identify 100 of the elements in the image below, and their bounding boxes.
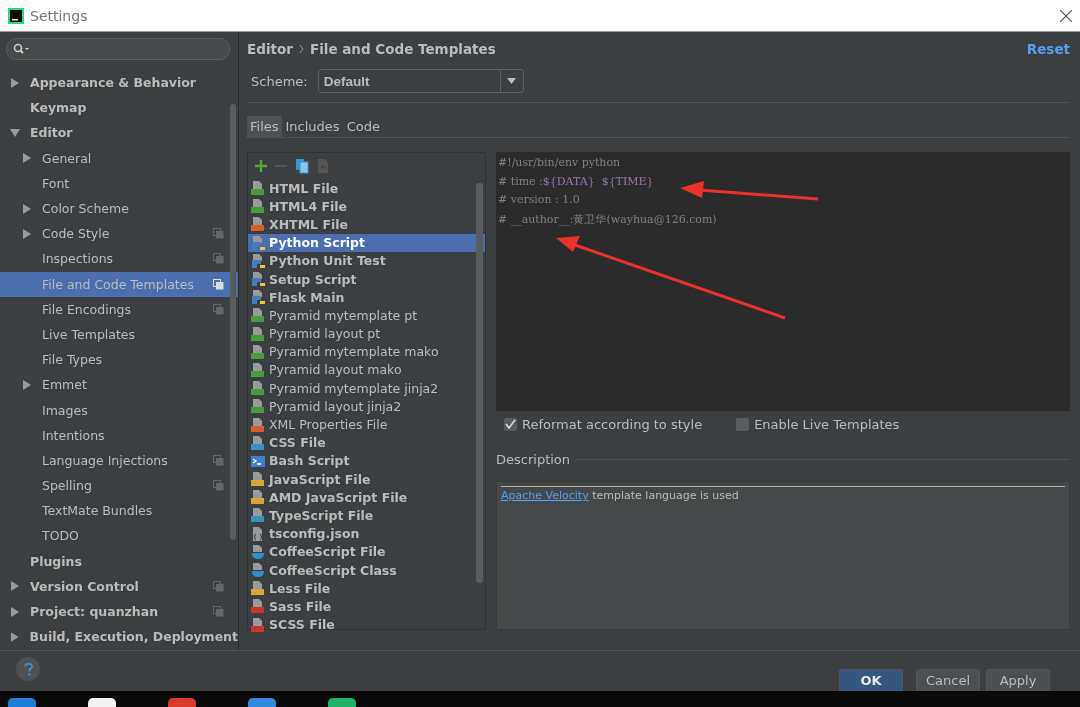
- taskbar-icon[interactable]: [328, 698, 356, 707]
- add-icon[interactable]: [254, 159, 268, 173]
- template-list-item[interactable]: HTML4 File: [248, 197, 485, 216]
- template-list-item[interactable]: Bash Script: [248, 451, 485, 470]
- code-editor[interactable]: #!/usr/bin/env python # time :${DATA} ${TIME} # version : 1.0 # __author__:黄卫华(wayhua@126.com): [496, 152, 1070, 411]
- tab[interactable]: Files: [247, 116, 282, 137]
- template-name: Python Unit Test: [269, 253, 386, 269]
- template-name: Pyramid mytemplate pt: [269, 307, 418, 323]
- expand-arrow-icon[interactable]: [22, 228, 32, 239]
- expand-arrow-icon[interactable]: [22, 203, 32, 214]
- search-field[interactable]: [6, 38, 230, 60]
- reset-link[interactable]: Reset: [1026, 41, 1070, 57]
- template-list-item[interactable]: Pyramid layout pt: [248, 324, 485, 343]
- settings-tree-item[interactable]: Language Injections: [0, 447, 238, 473]
- project-scope-icon: [213, 278, 224, 290]
- template-list-item[interactable]: Sass File: [248, 597, 485, 616]
- option-checkbox[interactable]: Reformat according to style: [504, 416, 703, 432]
- code-line: #!/usr/bin/env python: [498, 156, 622, 169]
- template-list-item[interactable]: Less File: [248, 579, 485, 598]
- tree-item-label: Keymap: [30, 100, 87, 116]
- settings-tree-item[interactable]: Project: quanzhan: [0, 598, 238, 625]
- tree-item-label: File and Code Templates: [42, 276, 194, 292]
- template-list-item[interactable]: CoffeeScript File: [248, 542, 485, 561]
- expand-arrow-icon[interactable]: [22, 153, 32, 164]
- template-list-item[interactable]: CoffeeScript Class: [248, 560, 485, 580]
- template-name: AMD JavaScript File: [269, 489, 408, 505]
- settings-tree-item[interactable]: Emmet: [0, 372, 238, 398]
- template-list-item[interactable]: XHTML File: [248, 215, 485, 234]
- dialog-button[interactable]: Cancel: [916, 669, 980, 691]
- template-name: Less File: [269, 580, 331, 596]
- settings-tree-item[interactable]: Live Templates: [0, 321, 238, 348]
- dropdown-arrow-icon: [507, 78, 517, 84]
- option-checkbox[interactable]: Enable Live Templates: [736, 416, 900, 432]
- scrollbar[interactable]: [230, 104, 236, 540]
- template-list-item[interactable]: CSS File: [248, 433, 485, 452]
- settings-tree-item[interactable]: Plugins: [0, 548, 238, 574]
- template-name: Setup Script: [269, 271, 357, 287]
- ok-button[interactable]: OK: [839, 669, 903, 691]
- settings-tree-item[interactable]: Font: [0, 170, 238, 196]
- section-title: Description: [496, 451, 571, 467]
- breadcrumb-item: Editor: [247, 41, 293, 57]
- expand-arrow-icon[interactable]: [10, 606, 20, 617]
- template-list-item[interactable]: tsconfig.json: [248, 524, 485, 543]
- code-line: # version : 1.0: [498, 193, 581, 206]
- template-name: XHTML File: [269, 216, 348, 232]
- settings-tree-item[interactable]: Editor: [0, 120, 238, 146]
- settings-tree-item[interactable]: Build, Execution, Deployment: [0, 624, 238, 650]
- breadcrumb-item: File and Code Templates: [309, 41, 496, 57]
- settings-tree-item[interactable]: Images: [0, 397, 238, 423]
- scrollbar[interactable]: [476, 183, 483, 583]
- template-list-item[interactable]: TypeScript File: [248, 506, 485, 525]
- taskbar-icon[interactable]: [88, 698, 116, 707]
- settings-tree-item[interactable]: General: [0, 145, 238, 171]
- template-name: JavaScript File: [269, 471, 371, 487]
- template-list-item[interactable]: Python Script: [248, 233, 485, 252]
- template-list-item[interactable]: Python Unit Test: [248, 251, 485, 270]
- collapse-arrow-icon[interactable]: [10, 127, 20, 138]
- help-button[interactable]: [16, 657, 40, 681]
- template-list-item[interactable]: JavaScript File: [248, 470, 485, 489]
- settings-tree-item[interactable]: File Encodings: [0, 296, 238, 322]
- expand-arrow-icon[interactable]: [10, 77, 20, 88]
- tree-item-label: Emmet: [42, 377, 87, 393]
- settings-tree-item[interactable]: File Types: [0, 347, 238, 373]
- template-list-item[interactable]: Pyramid mytemplate mako: [248, 342, 485, 361]
- template-name: HTML4 File: [269, 198, 348, 214]
- template-list-item[interactable]: Pyramid layout mako: [248, 360, 485, 380]
- expand-arrow-icon[interactable]: [22, 379, 32, 390]
- chevron-icon: [298, 45, 304, 53]
- template-list-item[interactable]: SCSS File: [248, 615, 485, 634]
- template-list-item[interactable]: Pyramid mytemplate pt: [248, 306, 485, 325]
- settings-tree-item[interactable]: Code Style: [0, 221, 238, 247]
- template-list-item[interactable]: Pyramid layout jinja2: [248, 397, 485, 416]
- copy-icon[interactable]: [294, 158, 310, 174]
- close-icon[interactable]: [1060, 9, 1072, 22]
- template-name: SCSS File: [269, 617, 335, 633]
- template-list-item[interactable]: AMD JavaScript File: [248, 488, 485, 507]
- template-name: CoffeeScript Class: [269, 562, 397, 578]
- settings-tree-item[interactable]: Inspections: [0, 246, 238, 272]
- tree-item-label: General: [42, 150, 92, 166]
- expand-arrow-icon[interactable]: [10, 631, 20, 642]
- settings-tree-item[interactable]: Keymap: [0, 95, 238, 121]
- settings-tree-item[interactable]: Spelling: [0, 473, 238, 499]
- settings-tree-item[interactable]: Version Control: [0, 573, 238, 599]
- velocity-link[interactable]: Apache Velocity: [501, 488, 589, 502]
- settings-tree-item[interactable]: Color Scheme: [0, 195, 238, 222]
- settings-tree-item[interactable]: Appearance & Behavior: [0, 70, 238, 96]
- template-list-item[interactable]: XML Properties File: [248, 415, 485, 434]
- template-list-item[interactable]: Pyramid mytemplate jinja2: [248, 379, 485, 398]
- project-scope-icon: [213, 480, 224, 491]
- template-name: Pyramid layout pt: [269, 326, 381, 342]
- template-list-item[interactable]: Flask Main: [248, 288, 485, 307]
- template-list-item[interactable]: Setup Script: [248, 269, 485, 289]
- settings-tree-item[interactable]: Intentions: [0, 422, 238, 448]
- settings-tree-item[interactable]: TODO: [0, 523, 238, 549]
- scheme-dropdown[interactable]: Default: [317, 69, 524, 93]
- expand-arrow-icon[interactable]: [10, 581, 20, 592]
- template-list-item[interactable]: HTML File: [248, 179, 485, 198]
- settings-tree-item[interactable]: TextMate Bundles: [0, 498, 238, 524]
- dialog-button[interactable]: Apply: [986, 669, 1050, 691]
- tree-item-label: Plugins: [30, 553, 82, 569]
